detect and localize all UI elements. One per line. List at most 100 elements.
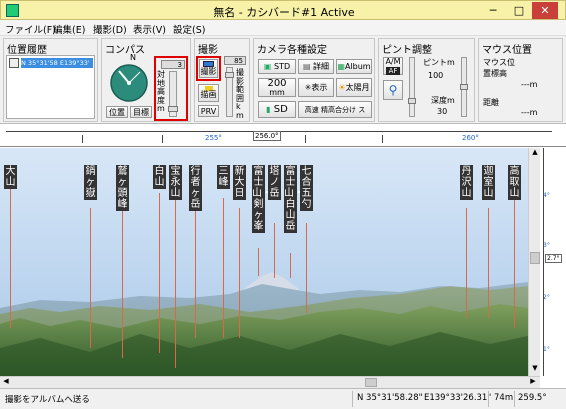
focus-slider[interactable]	[408, 57, 416, 117]
history-list[interactable]: N 35°31'58 E139°33'	[6, 55, 95, 119]
status-divider	[488, 391, 489, 407]
scroll-left-icon[interactable]: ◀	[1, 377, 11, 387]
peak-line	[90, 208, 91, 348]
menu-view[interactable]: 表示(V)	[133, 22, 166, 36]
sun-moon-button[interactable]: ☀太陽月	[336, 78, 372, 97]
peak-line	[159, 193, 160, 353]
redraw-button[interactable]: 描画	[198, 84, 219, 102]
range-slider[interactable]	[225, 67, 234, 117]
ruler-tick	[305, 135, 306, 143]
sd-icon: ▮	[266, 105, 271, 114]
album-label: Album	[344, 62, 371, 71]
peak-label[interactable]: 迦室山	[482, 165, 495, 200]
menu-shoot[interactable]: 撮影(D)	[93, 22, 127, 36]
peak-label[interactable]: 新大日	[233, 165, 246, 200]
scroll-right-icon[interactable]: ▶	[528, 377, 538, 387]
peak-label[interactable]: 行者ヶ岳	[189, 165, 202, 211]
vertical-scroll-thumb[interactable]	[530, 252, 540, 264]
peak-label[interactable]: 三峰	[217, 165, 230, 189]
af-label: A/M	[385, 57, 401, 66]
peak-line	[122, 208, 123, 358]
maximize-button[interactable]: □	[506, 2, 532, 19]
compass-title: コンパス	[105, 45, 145, 56]
zoom-unit: mm	[269, 88, 285, 97]
history-entry[interactable]: N 35°31'58 E139°33'	[21, 58, 93, 68]
depth-slider[interactable]	[460, 57, 468, 117]
zoom-button[interactable]: 200 mm	[258, 78, 296, 97]
menu-settings[interactable]: 設定(S)	[173, 22, 205, 36]
quality-button[interactable]: 高速 精高合分け ス	[298, 101, 372, 118]
scroll-up-icon[interactable]: ▲	[530, 148, 540, 158]
focus-slider-thumb[interactable]	[408, 98, 416, 104]
compass-dial[interactable]	[109, 63, 149, 103]
status-longitude: E139°33'26.31"	[424, 393, 492, 403]
std-icon: ▣	[263, 62, 272, 71]
focus-person-button[interactable]: ⚲	[383, 80, 403, 100]
elevation-scale: 4° 3° 2.7° 2° 1°	[540, 148, 566, 376]
horizontal-scroll-thumb[interactable]	[365, 378, 377, 387]
camera-icon	[9, 58, 19, 68]
distance-value: ---m	[521, 108, 538, 117]
height-slider-highlight: 3 対地高度m	[154, 56, 188, 121]
range-slider-thumb[interactable]	[225, 72, 234, 78]
focus-panel: ピント調整 A/M AF ⚲ ピントm 100 深度m 30	[378, 38, 475, 122]
peak-line	[239, 208, 240, 338]
detail-icon: ▤	[302, 62, 311, 71]
altitude-value: ---m	[521, 80, 538, 89]
peak-label[interactable]: 鷲ヶ頭峰	[116, 165, 129, 211]
vertical-scrollbar[interactable]: ▲ ▼	[528, 148, 540, 376]
person-icon: ⚲	[388, 83, 398, 97]
panorama-view[interactable]: 大山 鍋ヶ嶽 鷲ヶ頭峰 白山 宝永山 行者ヶ岳 三峰 新大日 富士山・剣ヶ峯 塔…	[0, 148, 528, 376]
peak-line	[290, 253, 291, 278]
prv-button[interactable]: PRV	[198, 105, 219, 117]
peak-label[interactable]: 七合五勺	[300, 165, 313, 211]
peak-label[interactable]: 鍋ヶ嶽	[84, 165, 97, 200]
peak-label[interactable]: 宝永山	[169, 165, 182, 200]
peak-label[interactable]: 白山	[153, 165, 166, 189]
depth-slider-thumb[interactable]	[460, 84, 468, 90]
scale-current: 2.7°	[545, 254, 562, 263]
status-bar: 撮影をアルバムへ送る N 35°31'58.28" E139°33'26.31"…	[0, 388, 566, 409]
af-button[interactable]: A/M AF	[383, 57, 403, 75]
peak-label[interactable]: 富士山・剣ヶ峯	[252, 165, 272, 233]
ruler-label-center: 256.0°	[253, 131, 281, 141]
minimize-button[interactable]: ─	[480, 2, 506, 19]
peak-line	[514, 198, 515, 328]
scroll-down-icon[interactable]: ▼	[530, 364, 540, 374]
close-button[interactable]: ✕	[532, 2, 558, 19]
detail-button[interactable]: ▤ 詳細	[298, 59, 334, 74]
horizontal-scrollbar[interactable]: ◀ ▶	[0, 376, 540, 388]
height-slider-thumb[interactable]	[168, 106, 178, 112]
status-divider	[352, 391, 353, 407]
shoot-button[interactable]: 撮影	[199, 59, 218, 78]
title-bar: 無名 - カシバード#1 Active ─ □ ✕	[0, 0, 566, 20]
peak-label[interactable]: 富士山・白山岳	[284, 165, 304, 233]
scale-label: 1°	[543, 346, 550, 353]
redraw-button-label: 描画	[200, 90, 217, 99]
std-button[interactable]: ▣ STD	[258, 59, 296, 74]
album-button[interactable]: ▦Album	[336, 59, 372, 74]
menu-file[interactable]: ファイル(F)	[5, 22, 56, 36]
range-label: 撮影範囲km	[236, 68, 244, 120]
menu-edit[interactable]: 編集(E)	[53, 22, 85, 36]
peak-label[interactable]: 高取山	[508, 165, 521, 200]
ruler-tick	[382, 135, 383, 143]
peak-label[interactable]: 大山	[4, 165, 17, 189]
shoot-button-highlight: 撮影	[196, 56, 221, 81]
sd-button[interactable]: ▮ SD	[258, 101, 296, 118]
display-button[interactable]: ✳表示	[298, 78, 334, 97]
peak-label[interactable]: 丹沢山	[460, 165, 473, 200]
focus-title: ピント調整	[382, 45, 432, 56]
peak-label[interactable]: 塔ノ岳	[268, 165, 281, 200]
sun-moon-label: 太陽月	[345, 83, 370, 92]
mouse-panel: マウス位置 マウス位置標高 ---m 距離 ---m	[478, 38, 563, 122]
target-button[interactable]: 目標	[130, 106, 152, 118]
peak-line	[488, 208, 489, 318]
position-button[interactable]: 位置	[106, 106, 128, 118]
history-panel: 位置履歴 N 35°31'58 E139°33'	[3, 38, 98, 122]
camera-panel: カメラ各種設定 ▣ STD ▤ 詳細 ▦Album 200 mm ✳表示 ☀太陽月…	[253, 38, 375, 122]
height-slider[interactable]	[168, 71, 178, 117]
direction-ruler[interactable]: 255° 256.0° 260°	[0, 125, 566, 147]
distance-label: 距離	[483, 98, 499, 107]
camera-title: カメラ各種設定	[257, 45, 327, 56]
